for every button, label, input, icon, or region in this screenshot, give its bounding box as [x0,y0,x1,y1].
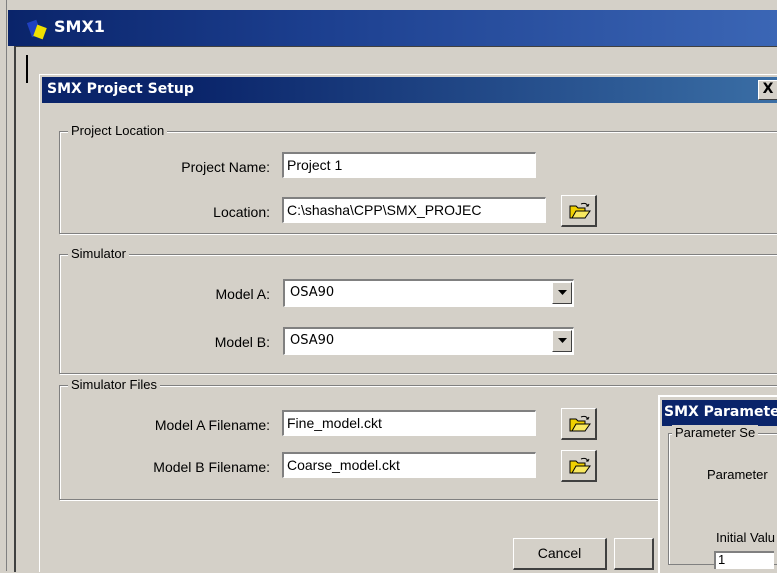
model-b-filename-label: Model B Filename: [153,459,270,475]
cancel-button[interactable]: Cancel [513,538,607,570]
window-frame [0,0,7,571]
group-label: Parameter Se [672,425,759,440]
mdi-window: SMX1 SMX Project Setup X Project Locatio… [0,0,777,573]
initial-value-input[interactable]: 1 [714,551,774,569]
open-folder-icon [569,202,591,219]
model-a-filename-label: Model A Filename: [154,417,270,433]
browse-location-button[interactable] [561,195,597,227]
parameter-dialog-title: SMX Paramete [664,404,777,420]
open-folder-icon [569,415,591,432]
project-name-label: Project Name: [181,159,270,175]
parameter-dialog: SMX Paramete Parameter Se [658,395,777,573]
model-a-value: OSA90 [290,285,335,300]
parameter-label: Parameter [707,467,768,482]
model-a-select[interactable]: OSA90 [283,279,574,307]
group-label: Project Location [68,123,168,138]
open-folder-icon [569,457,591,474]
model-a-filename-input[interactable]: Fine_model.ckt [282,410,536,436]
browse-model-a-button[interactable] [561,408,597,440]
ok-button[interactable] [614,538,654,570]
app-icon [26,19,47,40]
project-name-input[interactable]: Project 1 [282,152,536,178]
location-label: Location: [213,204,270,220]
browse-model-b-button[interactable] [561,450,597,482]
model-b-select[interactable]: OSA90 [283,327,574,355]
parameter-settings-group: Parameter Se [668,425,777,565]
initial-value-label: Initial Valu [716,530,776,545]
app-title-bar[interactable]: SMX1 [8,10,777,46]
app-title: SMX1 [54,17,105,36]
model-a-label: Model A: [215,286,270,302]
close-icon[interactable]: X [758,80,777,100]
model-b-dropdown-button[interactable] [552,330,572,352]
location-input[interactable]: C:\shasha\CPP\SMX_PROJEC [282,197,546,223]
model-b-label: Model B: [214,334,270,350]
text-caret [26,55,28,83]
dialog-title-bar[interactable]: SMX Project Setup X [42,77,777,103]
group-label: Simulator [68,246,129,261]
group-label: Simulator Files [68,377,160,392]
chevron-down-icon [558,338,567,343]
model-b-filename-input[interactable]: Coarse_model.ckt [282,452,536,478]
model-b-value: OSA90 [290,333,335,348]
dialog-title: SMX Project Setup [47,81,194,97]
model-a-dropdown-button[interactable] [552,282,572,304]
chevron-down-icon [558,290,567,295]
simulator-group: Simulator [59,246,777,374]
parameter-dialog-title-bar[interactable]: SMX Paramete [662,400,777,426]
